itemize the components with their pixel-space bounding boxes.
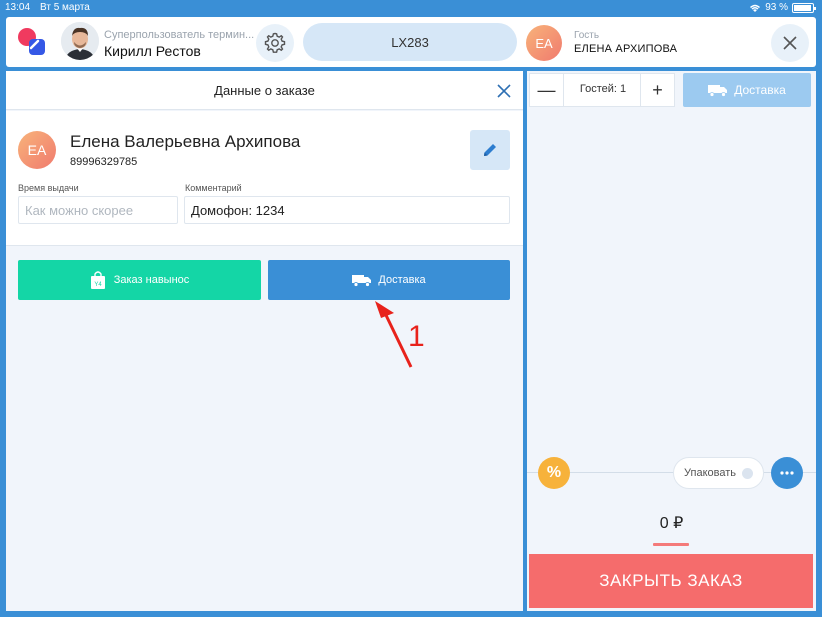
more-dots-icon [780, 471, 794, 475]
comment-input[interactable] [184, 196, 510, 224]
status-date: Вт 5 марта [40, 2, 90, 13]
more-options-button[interactable] [771, 457, 803, 489]
user-avatar[interactable] [61, 22, 99, 60]
svg-text:Y4: Y4 [94, 282, 102, 288]
order-total: 0 ₽ [659, 515, 684, 532]
shopping-bag-icon: Y4 [90, 271, 105, 289]
order-details-panel: Данные о заказе ЕА Елена Валерьевна Архи… [6, 71, 523, 611]
customer-avatar: ЕА [18, 131, 56, 169]
pickup-time-label: Время выдачи [18, 183, 79, 193]
delivery-mode-label: Доставка [734, 83, 786, 97]
comment-label: Комментарий [185, 183, 242, 193]
panel-title: Данные о заказе [214, 83, 315, 98]
customer-name: Елена Валерьевна Архипова [70, 132, 301, 151]
settings-button[interactable] [256, 24, 294, 62]
top-bar: Суперпользователь термин... Кирилл Ресто… [6, 17, 816, 67]
pencil-icon [484, 144, 496, 156]
decrease-guests-button[interactable]: — [530, 74, 564, 106]
delivery-label: Доставка [378, 274, 426, 286]
gear-icon [264, 32, 286, 53]
status-time: 13:04 [5, 2, 31, 13]
panel-close-button[interactable] [494, 81, 514, 101]
wifi-icon [750, 4, 761, 12]
order-side-panel: — Гостей: 1 + Доставка % Упаковать 0 ₽ З… [527, 71, 816, 611]
user-photo-icon [61, 22, 99, 60]
guest-count: Гостей: 1 [579, 83, 627, 95]
close-icon [783, 36, 797, 50]
guest-role: Гость [574, 30, 600, 41]
pack-label: Упаковать [684, 467, 736, 479]
takeaway-button[interactable]: Y4 Заказ навынос [18, 260, 261, 300]
takeaway-label: Заказ навынос [113, 274, 190, 286]
guest-avatar[interactable]: ЕА [526, 25, 562, 61]
toggle-dot-icon [742, 468, 753, 479]
discount-button[interactable]: % [538, 457, 570, 489]
customer-phone: 89996329785 [70, 156, 138, 168]
delivery-mode-button[interactable]: Доставка [683, 73, 811, 107]
battery-icon [792, 2, 816, 13]
total-underline [653, 543, 689, 546]
app-logo-icon [18, 28, 45, 55]
close-icon [497, 84, 511, 98]
delivery-truck-icon [352, 274, 372, 287]
annotation-number: 1 [408, 320, 425, 353]
status-right: 93 % [749, 2, 816, 13]
edit-customer-button[interactable] [470, 130, 510, 170]
close-order-button[interactable]: ЗАКРЫТЬ ЗАКАЗ [529, 554, 813, 608]
guest-counter: — Гостей: 1 + [529, 73, 675, 107]
delivery-button[interactable]: Доставка [268, 260, 510, 300]
customer-card: ЕА Елена Валерьевна Архипова 89996329785… [6, 111, 523, 246]
user-role: Суперпользователь термин... [104, 29, 255, 41]
user-name: Кирилл Рестов [104, 43, 201, 59]
battery-percent: 93 % [765, 2, 788, 13]
pack-toggle[interactable]: Упаковать [673, 457, 764, 489]
order-details-header: Данные о заказе [6, 71, 523, 110]
increase-guests-button[interactable]: + [640, 74, 674, 106]
pickup-time-input[interactable] [18, 196, 178, 224]
table-button[interactable]: LX283 [303, 23, 517, 61]
delivery-truck-icon [708, 84, 728, 97]
guest-name[interactable]: ЕЛЕНА АРХИПОВА [574, 43, 677, 55]
status-bar: 13:04 Вт 5 марта 93 % [0, 0, 822, 16]
close-button[interactable] [771, 24, 809, 62]
annotation-arrow [375, 301, 413, 368]
